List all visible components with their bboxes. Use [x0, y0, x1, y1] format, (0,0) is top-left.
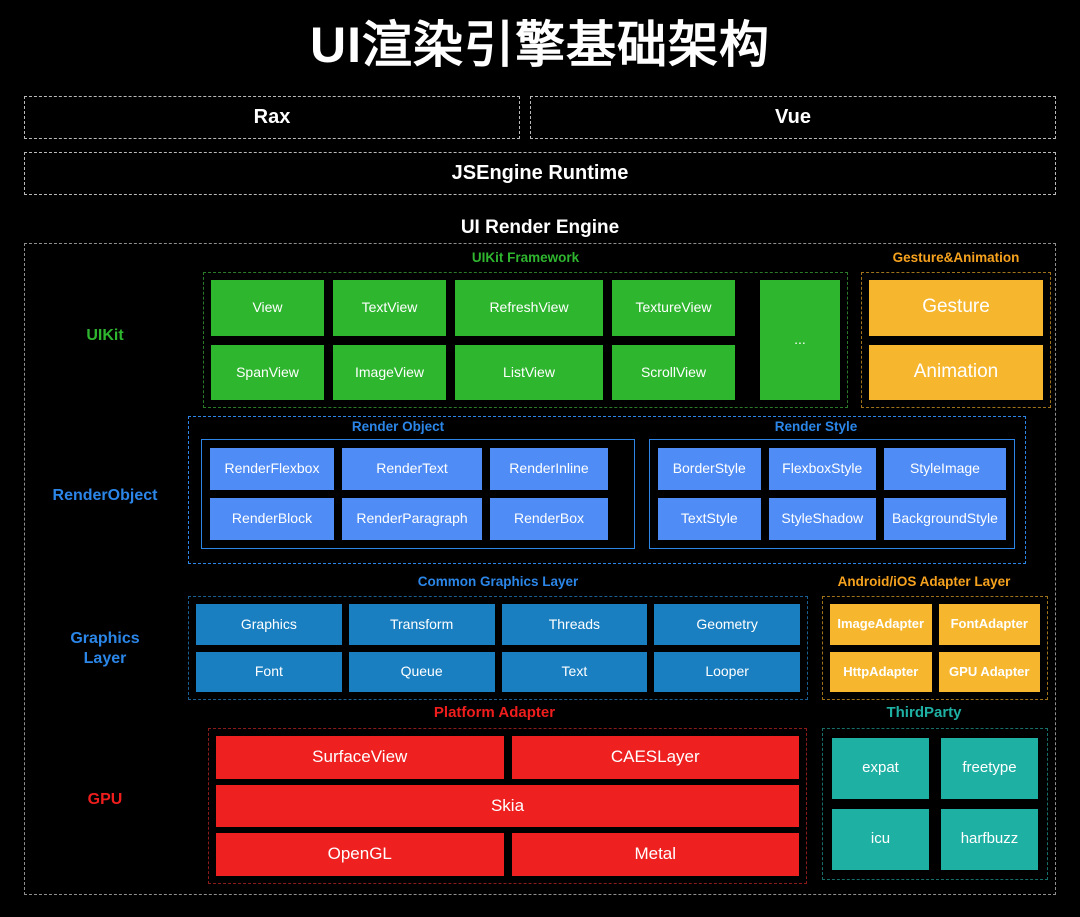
gl-item-graphics[interactable]: Graphics	[196, 604, 342, 645]
group-body-platform-adapter: SurfaceView CAESLayer Skia OpenGL Metal	[208, 728, 807, 884]
uikit-item-view[interactable]: View	[211, 280, 324, 336]
group-renderobject-wrapper: Render Object Render Style RenderFlexbox…	[188, 416, 1026, 564]
row-label-graphics-layer: Graphics Layer	[25, 629, 185, 669]
uikit-item-scrollview[interactable]: ScrollView	[612, 344, 735, 400]
rs-item-textstyle[interactable]: TextStyle	[658, 498, 761, 540]
rs-item-styleshadow[interactable]: StyleShadow	[768, 498, 876, 540]
pa-item-surfaceview[interactable]: SurfaceView	[216, 736, 504, 779]
uikit-item-textureview[interactable]: TextureView	[612, 280, 735, 336]
group-body-adapter-layer: ImageAdapter FontAdapter HttpAdapter GPU…	[822, 596, 1048, 700]
group-caption-render-object: Render Object	[351, 419, 445, 434]
tp-item-freetype[interactable]: freetype	[941, 738, 1038, 799]
group-caption-uikit-framework: UIKit Framework	[471, 250, 580, 265]
ro-item-renderbox[interactable]: RenderBox	[490, 498, 608, 540]
layer-box-rax[interactable]: Rax	[24, 96, 520, 139]
tp-item-icu[interactable]: icu	[832, 809, 929, 870]
gl-item-transform[interactable]: Transform	[348, 604, 495, 645]
uikit-item-listview[interactable]: ListView	[455, 344, 603, 400]
gl-item-geometry[interactable]: Geometry	[654, 604, 800, 645]
group-body-gesture-animation: Gesture Animation	[861, 272, 1051, 408]
row-label-uikit: UIKit	[86, 327, 124, 344]
layer-box-jsengine-label: JSEngine Runtime	[451, 162, 629, 184]
uikit-item-spanview[interactable]: SpanView	[211, 344, 324, 400]
group-body-render-style: BorderStyle FlexboxStyle StyleImage Text…	[649, 439, 1015, 549]
ui-render-engine-container: UIKit UIKit Framework View TextView Refr…	[24, 243, 1056, 895]
adapter-item-httpadapter[interactable]: HttpAdapter	[830, 651, 932, 692]
group-body-thirdparty: expat freetype icu harfbuzz	[822, 728, 1048, 880]
row-label-graphics-line1: Graphics	[70, 630, 140, 647]
pa-item-caeslayer[interactable]: CAESLayer	[511, 736, 799, 779]
engine-heading: UI Render Engine	[460, 217, 620, 238]
gl-item-looper[interactable]: Looper	[654, 651, 800, 692]
group-caption-common-graphics-layer: Common Graphics Layer	[417, 574, 579, 589]
pa-item-skia[interactable]: Skia	[216, 784, 799, 828]
group-adapter-layer: Android/iOS Adapter Layer ImageAdapter F…	[800, 574, 1048, 700]
group-platform-adapter: Platform Adapter SurfaceView CAESLayer S…	[182, 704, 807, 884]
uikit-item-more[interactable]: ...	[760, 280, 840, 400]
adapter-item-gpuadapter[interactable]: GPU Adapter	[938, 651, 1040, 692]
pa-item-opengl[interactable]: OpenGL	[216, 833, 504, 877]
group-body-common-graphics-layer: Graphics Transform Threads Geometry Font…	[188, 596, 808, 700]
group-body-uikit-framework: View TextView RefreshView TextureView Sp…	[203, 272, 848, 408]
group-body-render-object: RenderFlexbox RenderText RenderInline Re…	[201, 439, 635, 549]
gesture-item-animation[interactable]: Animation	[869, 344, 1043, 400]
ro-item-renderblock[interactable]: RenderBlock	[210, 498, 334, 540]
gl-item-font[interactable]: Font	[196, 651, 342, 692]
group-common-graphics-layer: Common Graphics Layer Graphics Transform…	[188, 574, 808, 700]
group-caption-thirdparty: ThirdParty	[886, 704, 962, 721]
rs-item-borderstyle[interactable]: BorderStyle	[658, 448, 761, 490]
group-caption-render-style: Render Style	[774, 419, 858, 434]
gesture-item-gesture[interactable]: Gesture	[869, 280, 1043, 336]
ro-item-renderinline[interactable]: RenderInline	[490, 448, 608, 490]
row-label-renderobject: RenderObject	[52, 487, 158, 504]
tp-item-expat[interactable]: expat	[832, 738, 929, 799]
rs-item-backgroundstyle[interactable]: BackgroundStyle	[883, 498, 1006, 540]
gl-item-text[interactable]: Text	[501, 651, 648, 692]
rs-item-styleimage[interactable]: StyleImage	[883, 448, 1006, 490]
ro-item-renderparagraph[interactable]: RenderParagraph	[342, 498, 482, 540]
layer-box-rax-label: Rax	[253, 106, 291, 128]
layer-box-vue[interactable]: Vue	[530, 96, 1056, 139]
ro-item-renderflexbox[interactable]: RenderFlexbox	[210, 448, 334, 490]
adapter-item-fontadapter[interactable]: FontAdapter	[938, 604, 1040, 645]
row-label-graphics-line2: Layer	[83, 650, 127, 667]
group-gesture-animation: Gesture&Animation Gesture Animation	[861, 250, 1051, 408]
row-label-gpu: GPU	[87, 791, 123, 808]
architecture-diagram: UI渲染引擎基础架构 Rax Vue JSEngine Runtime UI R…	[0, 0, 1080, 917]
layer-box-jsengine[interactable]: JSEngine Runtime	[24, 152, 1056, 195]
group-caption-gesture-animation: Gesture&Animation	[892, 250, 1020, 265]
uikit-item-textview[interactable]: TextView	[333, 280, 446, 336]
group-uikit-framework: UIKit Framework View TextView RefreshVie…	[203, 250, 848, 408]
ro-item-rendertext[interactable]: RenderText	[342, 448, 482, 490]
page-title: UI渲染引擎基础架构	[310, 17, 770, 73]
pa-item-metal[interactable]: Metal	[511, 833, 799, 877]
gl-item-threads[interactable]: Threads	[501, 604, 648, 645]
gl-item-queue[interactable]: Queue	[348, 651, 495, 692]
uikit-item-imageview[interactable]: ImageView	[333, 344, 446, 400]
rs-item-flexboxstyle[interactable]: FlexboxStyle	[768, 448, 876, 490]
tp-item-harfbuzz[interactable]: harfbuzz	[941, 809, 1038, 870]
group-caption-adapter-layer: Android/iOS Adapter Layer	[837, 574, 1011, 589]
group-caption-platform-adapter: Platform Adapter	[433, 704, 556, 721]
group-thirdparty: ThirdParty expat freetype icu harfbuzz	[800, 704, 1048, 884]
layer-box-vue-label: Vue	[775, 106, 811, 128]
uikit-item-refreshview[interactable]: RefreshView	[455, 280, 603, 336]
adapter-item-imageadapter[interactable]: ImageAdapter	[830, 604, 932, 645]
